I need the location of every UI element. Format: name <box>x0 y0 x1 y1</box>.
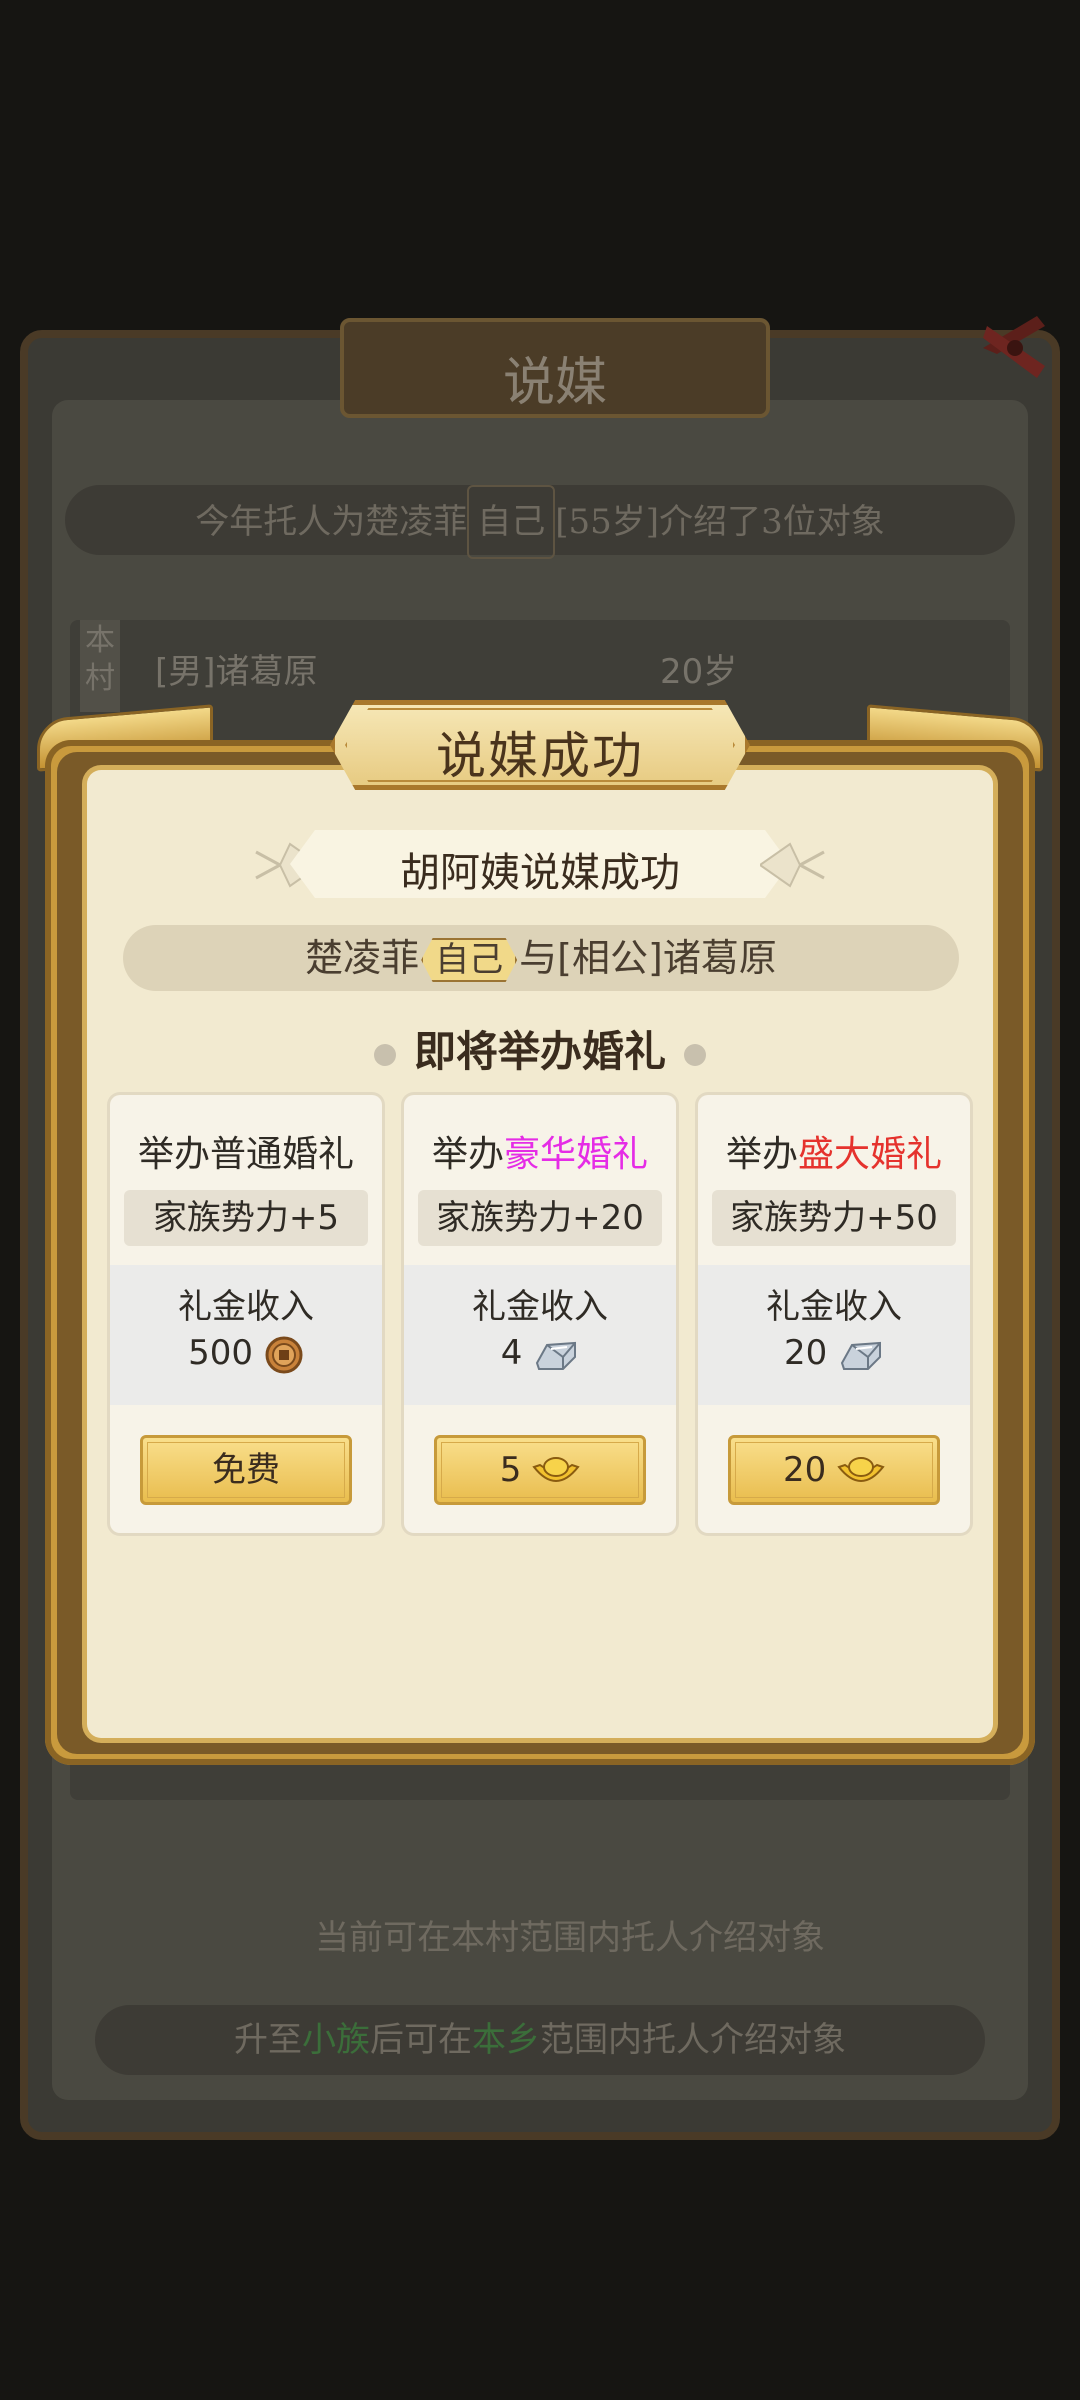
wedding-option-normal: 举办普通婚礼 家族势力+5 礼金收入 500 免费 <box>110 1095 382 1533</box>
option-title-highlight: 盛大婚礼 <box>798 1134 943 1175</box>
intro-banner: 今年托人为楚凌菲 自己 [55岁]介绍了3位对象 <box>65 485 1015 559</box>
option-title: 举办普通婚礼 <box>110 1125 382 1177</box>
hold-normal-wedding-button[interactable]: 免费 <box>140 1435 352 1505</box>
button-label: 5 <box>499 1450 522 1490</box>
dialog-title: 说媒 <box>502 353 607 413</box>
wedding-heading: 即将举办婚礼 <box>45 1018 1035 1079</box>
dialog-title-plate: 说媒 <box>340 318 770 418</box>
heading-dot-left-icon <box>373 1043 396 1066</box>
gift-income: 礼金收入 4 <box>404 1265 676 1405</box>
gift-income-value: 500 <box>110 1333 382 1375</box>
candidate-age: 20岁 <box>660 652 738 692</box>
income-amount: 500 <box>188 1333 254 1373</box>
gift-income: 礼金收入 20 <box>698 1265 970 1405</box>
village-tag: 本村 <box>80 620 120 712</box>
hold-luxury-wedding-button[interactable]: 5 <box>434 1435 646 1505</box>
close-icon[interactable] <box>975 308 1055 388</box>
clan-power-bonus: 家族势力+50 <box>712 1190 956 1246</box>
button-label: 20 <box>782 1450 827 1490</box>
hold-grand-wedding-button[interactable]: 20 <box>728 1435 940 1505</box>
popup-title: 说媒成功 <box>436 727 644 785</box>
gift-income-label: 礼金收入 <box>178 1287 314 1327</box>
option-title: 举办豪华婚礼 <box>404 1125 676 1177</box>
upgrade-text-c: 后可在 <box>370 2020 472 2060</box>
bride-name: 楚凌菲 <box>305 936 420 980</box>
option-title: 举办盛大婚礼 <box>698 1125 970 1177</box>
income-amount: 4 <box>500 1333 523 1373</box>
income-amount: 20 <box>783 1333 828 1373</box>
groom-name: 与[相公]诸葛原 <box>519 936 777 980</box>
candidate-name[interactable]: [男]诸葛原 <box>155 644 318 693</box>
self-tag: 自己 <box>421 938 518 982</box>
couple-names: 楚凌菲 自己 与[相公]诸葛原 <box>123 925 959 991</box>
gift-income-label: 礼金收入 <box>766 1287 902 1327</box>
upgrade-text-e: 范围内托人介绍对象 <box>540 2020 846 2060</box>
gift-income: 礼金收入 500 <box>110 1265 382 1405</box>
intro-self-tag: 自己 <box>467 485 556 559</box>
option-title-text: 举办普通婚礼 <box>137 1134 354 1175</box>
heading-text: 即将举办婚礼 <box>413 1027 666 1076</box>
intro-prefix: 今年托人为楚凌菲 <box>195 502 468 542</box>
township-text: 本乡 <box>472 2020 540 2060</box>
button-label: 免费 <box>212 1450 280 1490</box>
option-title-text: 举办 <box>431 1134 504 1175</box>
popup-subtitle: 胡阿姨说媒成功 <box>400 850 680 896</box>
copper-coin-icon <box>265 1336 303 1373</box>
option-title-text: 举办 <box>725 1134 798 1175</box>
clan-level-text: 小族 <box>302 2020 370 2060</box>
wedding-option-luxury: 举办豪华婚礼 家族势力+20 礼金收入 4 5 <box>404 1095 676 1533</box>
option-title-highlight: 豪华婚礼 <box>504 1134 649 1175</box>
gift-income-label: 礼金收入 <box>472 1287 608 1327</box>
match-success-popup: 说媒成功 胡阿姨说媒成功 楚凌菲 自己 与[相公]诸葛原 即将举办婚礼 举办普通婚礼… <box>37 700 1043 1765</box>
heading-dot-right-icon <box>684 1043 706 1066</box>
upgrade-range-note: 升至小族后可在本乡范围内托人介绍对象 <box>95 2005 985 2075</box>
silver-ingot-icon <box>536 1341 577 1370</box>
gold-ingot-icon <box>837 1456 885 1482</box>
gold-ingot-icon <box>532 1456 580 1482</box>
intro-suffix: [55岁]介绍了3位对象 <box>555 502 885 542</box>
wedding-option-grand: 举办盛大婚礼 家族势力+50 礼金收入 20 20 <box>698 1095 970 1533</box>
silver-ingot-icon <box>840 1341 882 1370</box>
clan-power-bonus: 家族势力+5 <box>124 1190 368 1246</box>
gift-income-value: 20 <box>698 1333 970 1375</box>
upgrade-text-a: 升至 <box>234 2020 302 2060</box>
gift-income-value: 4 <box>404 1333 676 1375</box>
current-range-note: 当前可在本村范围内托人介绍对象 <box>315 1918 825 1958</box>
clan-power-bonus: 家族势力+20 <box>418 1190 662 1246</box>
